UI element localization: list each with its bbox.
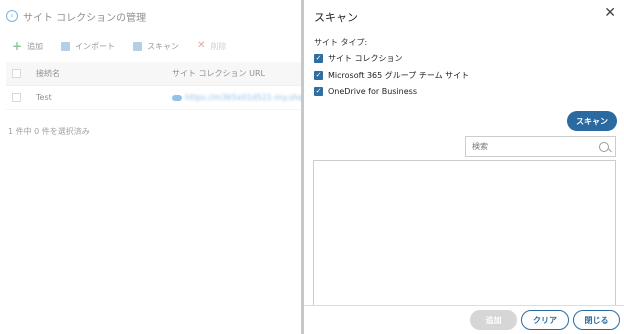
scan-panel: スキャン ✕ サイト タイプ: ✓ サイト コレクション ✓ Microsoft… bbox=[304, 0, 624, 334]
option-site-collection[interactable]: ✓ サイト コレクション bbox=[314, 53, 403, 64]
footer-divider bbox=[304, 305, 624, 306]
scan-button[interactable]: スキャン bbox=[567, 111, 617, 131]
search-input[interactable] bbox=[466, 142, 599, 151]
checkbox-checked[interactable]: ✓ bbox=[314, 54, 323, 63]
table-header: 接続名 サイト コレクション URL bbox=[6, 62, 302, 86]
import-toolbar-button[interactable]: インポート bbox=[61, 41, 115, 52]
scan-results-list[interactable] bbox=[313, 160, 616, 306]
select-all-checkbox[interactable] bbox=[12, 69, 21, 78]
close-icon[interactable]: ✕ bbox=[604, 6, 616, 20]
add-toolbar-button[interactable]: + 追加 bbox=[12, 40, 43, 52]
plus-icon: + bbox=[12, 39, 23, 53]
checkbox-checked[interactable]: ✓ bbox=[314, 87, 323, 96]
panel-title: スキャン bbox=[314, 11, 358, 24]
option-m365-group-team-site[interactable]: ✓ Microsoft 365 グループ チーム サイト bbox=[314, 70, 469, 81]
search-box bbox=[465, 136, 616, 157]
checkbox-checked[interactable]: ✓ bbox=[314, 71, 323, 80]
add-button[interactable]: 追加 bbox=[470, 310, 517, 330]
background-page: ‹ サイト コレクションの管理 + 追加 インポート スキャン ✕ 削除 接続名… bbox=[0, 0, 351, 334]
option-onedrive[interactable]: ✓ OneDrive for Business bbox=[314, 87, 417, 96]
scan-toolbar-button[interactable]: スキャン bbox=[133, 41, 179, 52]
row-name: Test bbox=[36, 93, 52, 102]
site-type-label: サイト タイプ: bbox=[314, 38, 368, 47]
selection-count: 1 件中 0 件を選択済み bbox=[8, 127, 90, 136]
document-icon bbox=[133, 41, 143, 51]
row-checkbox[interactable] bbox=[12, 93, 21, 102]
search-icon[interactable] bbox=[599, 141, 609, 152]
page-header: ‹ サイト コレクションの管理 bbox=[6, 8, 146, 24]
toolbar: + 追加 インポート スキャン ✕ 削除 bbox=[12, 40, 244, 52]
document-icon bbox=[61, 41, 71, 51]
delete-toolbar-button[interactable]: ✕ 削除 bbox=[197, 41, 226, 52]
table-row[interactable]: Test https://m365x01d521-my.sharepoint.c… bbox=[6, 86, 351, 110]
column-header-name[interactable]: 接続名 bbox=[36, 68, 60, 79]
close-button[interactable]: 閉じる bbox=[573, 310, 620, 330]
x-icon: ✕ bbox=[197, 40, 206, 51]
column-header-url[interactable]: サイト コレクション URL bbox=[172, 68, 265, 79]
clear-button[interactable]: クリア bbox=[521, 310, 569, 330]
cloud-icon bbox=[172, 94, 182, 101]
back-arrow-icon[interactable]: ‹ bbox=[6, 10, 18, 22]
page-title: サイト コレクションの管理 bbox=[23, 12, 147, 24]
connections-table: 接続名 サイト コレクション URL Test https://m365x01d… bbox=[6, 62, 351, 110]
